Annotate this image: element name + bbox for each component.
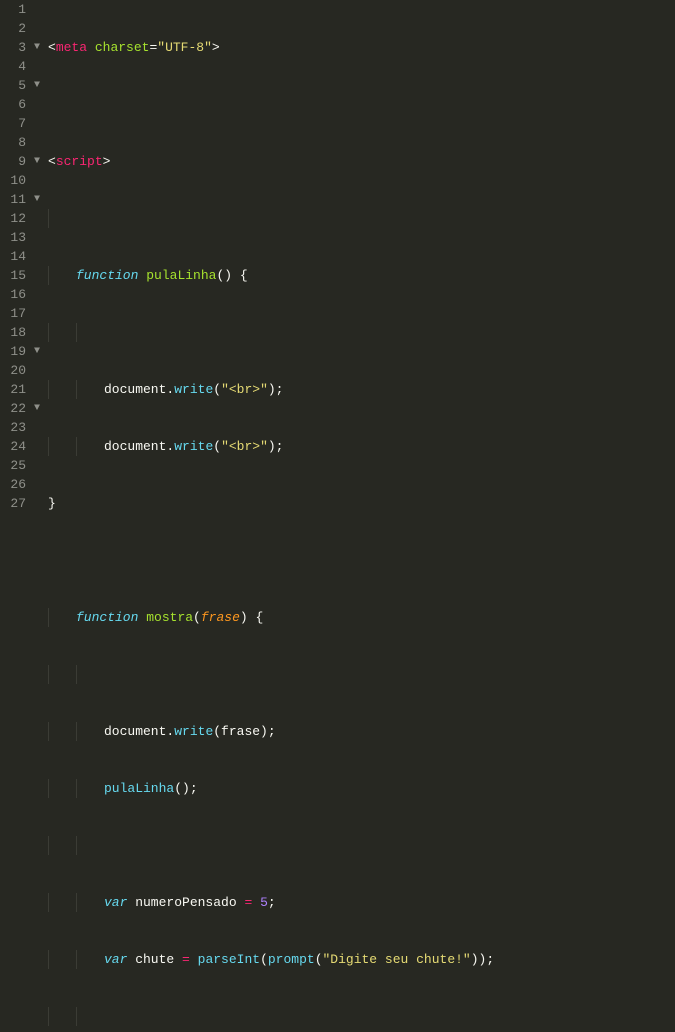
line-number: 3 xyxy=(6,38,26,57)
line-number: 2 xyxy=(6,19,26,38)
fold-marker[interactable] xyxy=(34,171,48,190)
fold-marker[interactable] xyxy=(34,247,48,266)
fold-marker[interactable] xyxy=(34,95,48,114)
fold-marker[interactable] xyxy=(34,418,48,437)
line-number: 8 xyxy=(6,133,26,152)
fold-marker[interactable] xyxy=(34,494,48,513)
line-number: 6 xyxy=(6,95,26,114)
line-number: 9 xyxy=(6,152,26,171)
code-line[interactable] xyxy=(48,1007,675,1026)
fold-marker[interactable] xyxy=(34,380,48,399)
code-line[interactable]: document.write("<br>"); xyxy=(48,380,675,399)
line-number: 4 xyxy=(6,57,26,76)
fold-marker[interactable]: ▼ xyxy=(34,190,48,209)
line-number: 19 xyxy=(6,342,26,361)
code-line[interactable]: } xyxy=(48,494,675,513)
code-line[interactable]: function pulaLinha() { xyxy=(48,266,675,285)
line-number: 17 xyxy=(6,304,26,323)
line-number: 18 xyxy=(6,323,26,342)
fold-marker[interactable] xyxy=(34,323,48,342)
line-number: 26 xyxy=(6,475,26,494)
code-line[interactable] xyxy=(48,323,675,342)
fold-marker[interactable] xyxy=(34,0,48,19)
fold-marker[interactable]: ▼ xyxy=(34,152,48,171)
fold-marker[interactable] xyxy=(34,228,48,247)
fold-marker[interactable]: ▼ xyxy=(34,76,48,95)
code-line[interactable]: document.write("<br>"); xyxy=(48,437,675,456)
line-number: 14 xyxy=(6,247,26,266)
fold-marker[interactable] xyxy=(34,114,48,133)
line-number: 12 xyxy=(6,209,26,228)
fold-marker[interactable] xyxy=(34,285,48,304)
code-line[interactable]: function mostra(frase) { xyxy=(48,608,675,627)
fold-marker[interactable] xyxy=(34,437,48,456)
fold-marker[interactable] xyxy=(34,456,48,475)
fold-marker[interactable] xyxy=(34,209,48,228)
line-number: 15 xyxy=(6,266,26,285)
line-number: 1 xyxy=(6,0,26,19)
code-line[interactable] xyxy=(48,209,675,228)
fold-marker[interactable]: ▼ xyxy=(34,342,48,361)
line-number: 7 xyxy=(6,114,26,133)
line-number: 13 xyxy=(6,228,26,247)
fold-marker[interactable] xyxy=(34,19,48,38)
fold-marker[interactable] xyxy=(34,57,48,76)
code-line[interactable]: pulaLinha(); xyxy=(48,779,675,798)
fold-marker[interactable] xyxy=(34,475,48,494)
line-number: 16 xyxy=(6,285,26,304)
fold-marker[interactable] xyxy=(34,304,48,323)
line-number: 21 xyxy=(6,380,26,399)
fold-marker[interactable] xyxy=(34,361,48,380)
code-line[interactable]: <script> xyxy=(48,152,675,171)
code-line[interactable] xyxy=(48,836,675,855)
code-line[interactable]: var chute = parseInt(prompt("Digite seu … xyxy=(48,950,675,969)
line-number-gutter: 1 2 3 4 5 6 7 8 9 10 11 12 13 14 15 16 1… xyxy=(0,0,34,516)
line-number: 25 xyxy=(6,456,26,475)
fold-marker[interactable] xyxy=(34,133,48,152)
fold-marker[interactable] xyxy=(34,266,48,285)
line-number: 23 xyxy=(6,418,26,437)
code-line[interactable]: var numeroPensado = 5; xyxy=(48,893,675,912)
code-editor[interactable]: <meta charset="UTF-8"> <script> function… xyxy=(48,0,675,516)
line-number: 5 xyxy=(6,76,26,95)
fold-gutter: ▼ ▼ ▼ ▼ ▼ ▼ xyxy=(34,0,48,516)
code-line[interactable] xyxy=(48,551,675,570)
code-line[interactable] xyxy=(48,95,675,114)
line-number: 22 xyxy=(6,399,26,418)
code-line[interactable] xyxy=(48,665,675,684)
fold-marker[interactable]: ▼ xyxy=(34,38,48,57)
line-number: 24 xyxy=(6,437,26,456)
line-number: 27 xyxy=(6,494,26,513)
code-line[interactable]: document.write(frase); xyxy=(48,722,675,741)
fold-marker[interactable]: ▼ xyxy=(34,399,48,418)
code-line[interactable]: <meta charset="UTF-8"> xyxy=(48,38,675,57)
line-number: 10 xyxy=(6,171,26,190)
line-number: 20 xyxy=(6,361,26,380)
line-number: 11 xyxy=(6,190,26,209)
